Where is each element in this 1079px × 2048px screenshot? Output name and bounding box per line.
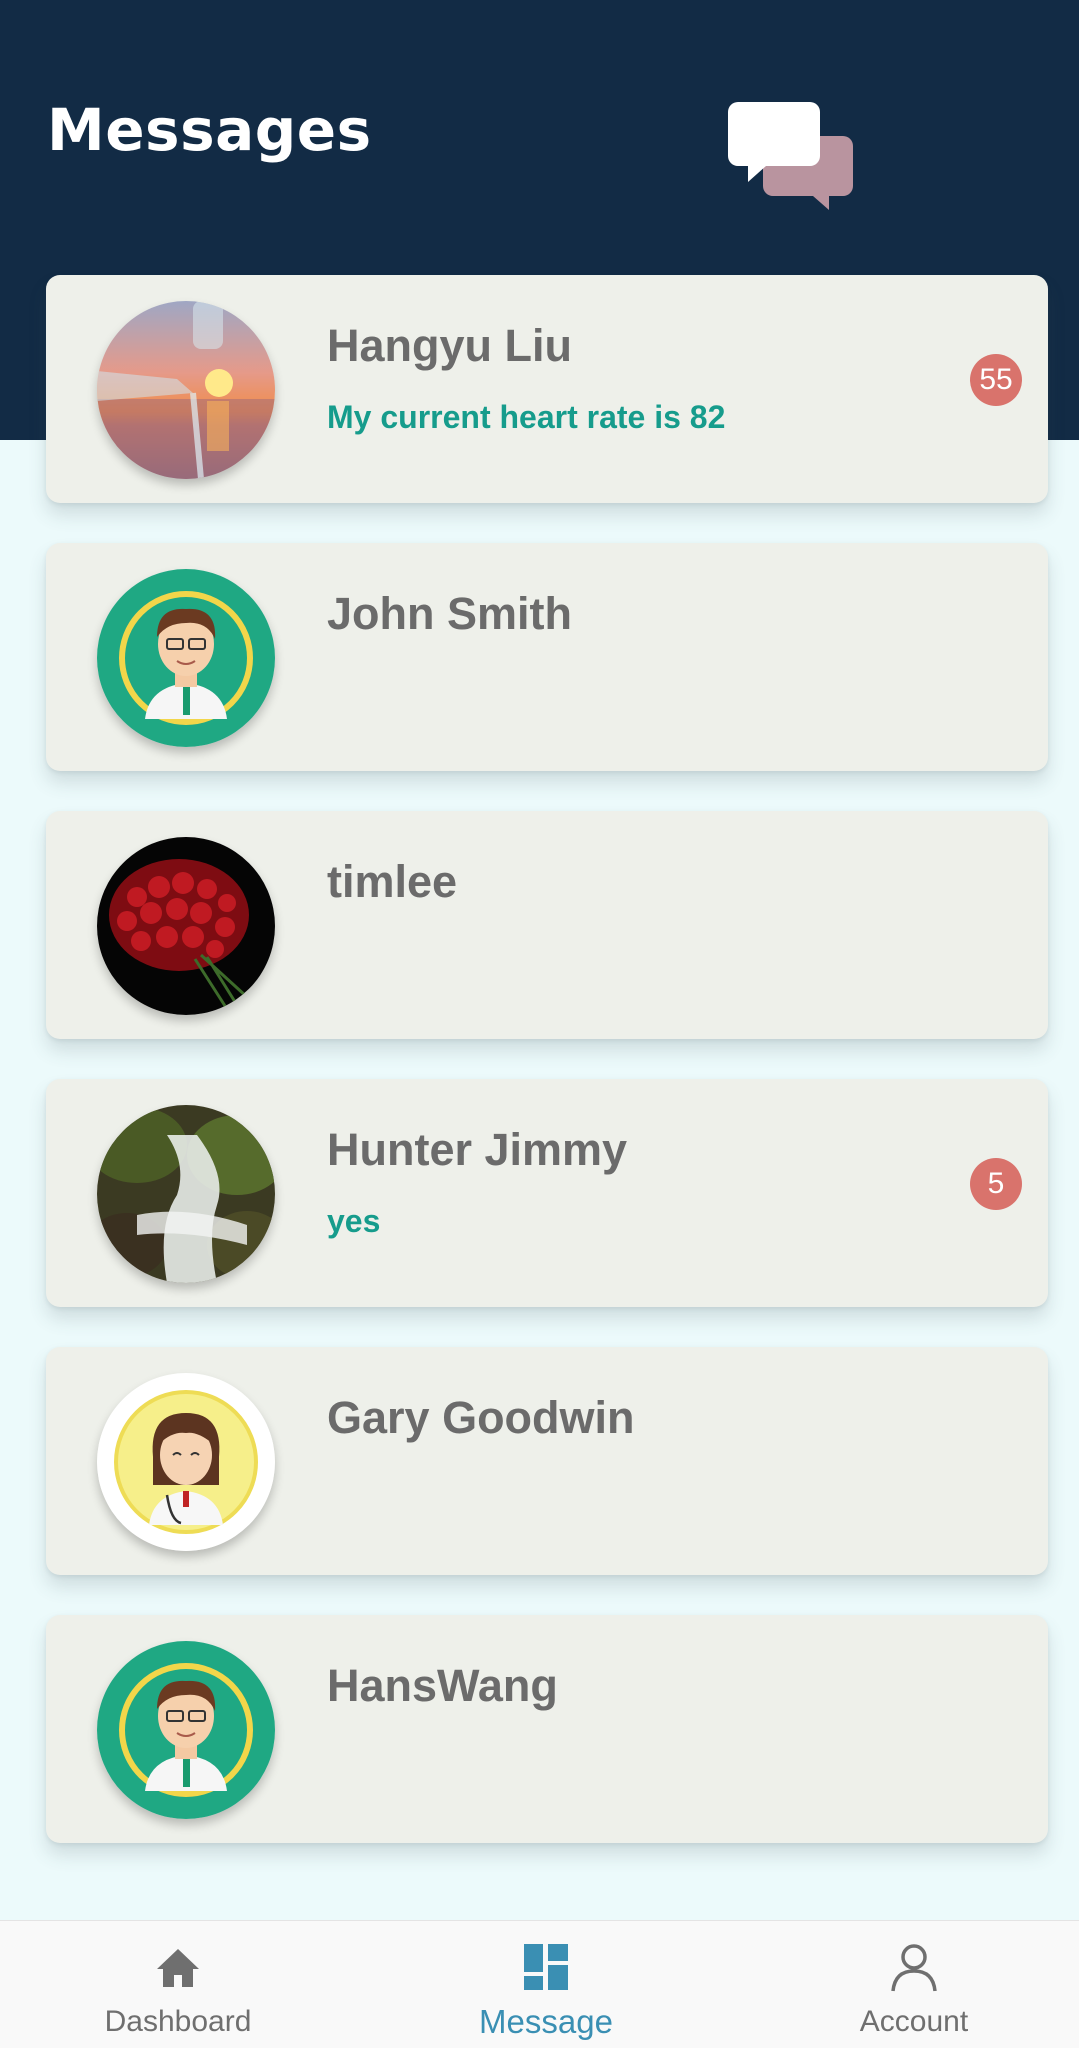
last-message: My current heart rate is 82 [327,399,726,435]
contact-name: HansWang [327,1660,558,1711]
contact-name: John Smith [327,588,572,639]
contact-name: Gary Goodwin [327,1392,635,1443]
grid-icon [524,1944,568,1990]
unread-badge: 55 [970,354,1022,406]
page-title: Messages [47,96,372,164]
avatar [97,837,275,1015]
avatar [97,1373,275,1551]
avatar [97,569,275,747]
doctor-female-illustration [97,1373,275,1551]
avatar [97,1105,275,1283]
red-roses-photo [97,837,275,1015]
messages-screen: Messages Hangyu Liu My current heart rat… [0,0,1079,2048]
nav-label: Account [859,2005,969,2038]
contact-name: Hunter Jimmy [327,1124,628,1175]
nav-item-message[interactable]: Message [446,1921,646,2048]
conversation-item[interactable]: Hangyu Liu My current heart rate is 82 5… [46,275,1048,503]
doctor-male-illustration [97,1641,275,1819]
conversation-item[interactable]: timlee [46,811,1048,1039]
conversation-item[interactable]: John Smith [46,543,1048,771]
avatar [97,1641,275,1819]
nav-label: Dashboard [104,2005,252,2038]
last-message: yes [327,1203,381,1239]
person-icon [891,1944,937,1992]
nav-label: Message [479,2003,613,2040]
nav-item-account[interactable]: Account [814,1921,1014,2048]
chat-bubbles-icon [728,102,853,210]
unread-badge: 5 [970,1158,1022,1210]
contact-name: timlee [327,856,458,907]
doctor-male-illustration [97,569,275,747]
avatar [97,301,275,479]
conversation-item[interactable]: HansWang [46,1615,1048,1843]
sunset-photo [97,301,275,479]
conversation-item[interactable]: Hunter Jimmy yes 5 [46,1079,1048,1307]
contact-name: Hangyu Liu [327,320,572,371]
home-icon [157,1949,199,1987]
bottom-nav: Dashboard Message Account [0,1920,1079,2048]
nav-item-dashboard[interactable]: Dashboard [78,1921,278,2048]
conversation-item[interactable]: Gary Goodwin [46,1347,1048,1575]
waterfall-photo [97,1105,275,1283]
